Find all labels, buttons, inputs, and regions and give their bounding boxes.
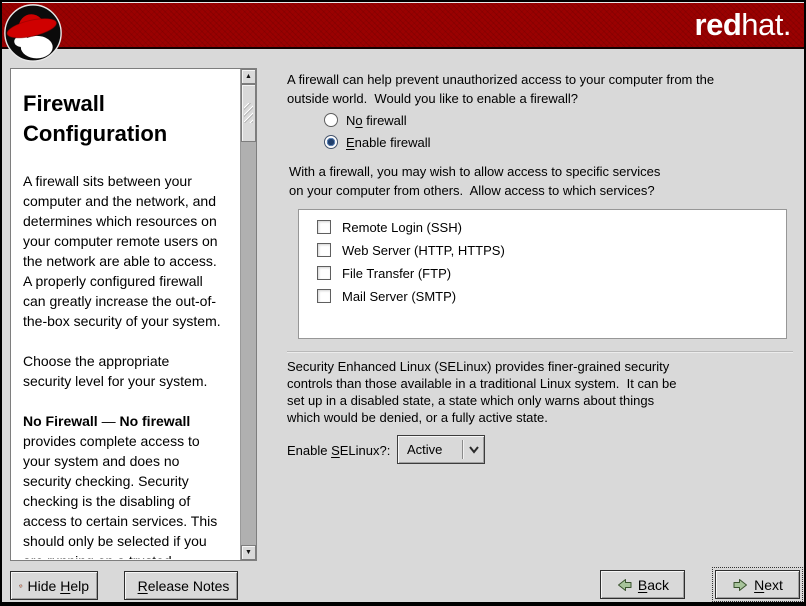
header-banner: redhat. [2, 2, 804, 49]
lifesaver-icon [19, 576, 23, 596]
next-button[interactable]: Next [715, 570, 800, 599]
service-label: File Transfer (FTP) [342, 266, 451, 281]
radio-enable-firewall-label: Enable firewall [346, 135, 431, 150]
help-scrollbar[interactable]: ▲ ▼ [240, 69, 256, 560]
hide-help-button[interactable]: Hide Help [10, 571, 98, 600]
no-firewall-description: provides complete access to your system … [23, 433, 217, 559]
selinux-dropdown-value: Active [398, 442, 462, 457]
services-intro-text: With a firewall, you may wish to allow a… [289, 162, 660, 200]
service-row-ftp[interactable]: File Transfer (FTP) [317, 264, 451, 282]
selinux-intro-text: Security Enhanced Linux (SELinux) provid… [287, 358, 677, 426]
redhat-wordmark: redhat. [695, 5, 791, 45]
release-notes-label: Release Notes [138, 578, 230, 594]
checkbox-icon[interactable] [317, 220, 331, 234]
arrow-right-icon [732, 577, 749, 593]
help-text: Firewall Configuration A firewall sits b… [23, 81, 234, 559]
no-firewall-term: No Firewall [23, 413, 98, 429]
services-list: Remote Login (SSH) Web Server (HTTP, HTT… [298, 209, 787, 339]
help-paragraph-1: A firewall sits between your computer an… [23, 171, 234, 331]
arrow-left-icon [616, 577, 633, 593]
help-paragraph-no-firewall: No Firewall — No firewall provides compl… [23, 411, 234, 559]
enable-selinux-label: Enable SELinux?: [287, 443, 390, 458]
back-button[interactable]: Back [600, 570, 685, 599]
scroll-down-button[interactable]: ▼ [241, 545, 256, 560]
installer-window: redhat. Firewall Configuration A firewal… [0, 0, 806, 606]
radio-button-icon[interactable] [324, 113, 338, 127]
wordmark-red: red [695, 7, 742, 42]
service-row-smtp[interactable]: Mail Server (SMTP) [317, 287, 456, 305]
service-row-http[interactable]: Web Server (HTTP, HTTPS) [317, 241, 505, 259]
radio-button-selected-icon[interactable] [324, 135, 338, 149]
radio-no-firewall[interactable]: No firewall [324, 111, 407, 129]
no-firewall-term-2: No firewall [119, 413, 190, 429]
service-row-ssh[interactable]: Remote Login (SSH) [317, 218, 462, 236]
section-separator [287, 351, 793, 353]
hide-help-label: Hide Help [28, 578, 90, 594]
next-label: Next [754, 577, 783, 593]
release-notes-button[interactable]: Release Notes [124, 571, 238, 600]
redhat-shadowman-logo-icon [3, 3, 63, 63]
back-label: Back [638, 577, 669, 593]
scroll-up-button[interactable]: ▲ [241, 69, 256, 84]
checkbox-icon[interactable] [317, 289, 331, 303]
checkbox-icon[interactable] [317, 266, 331, 280]
arrow-up-icon: ▲ [245, 73, 252, 80]
scrollbar-thumb[interactable] [241, 84, 256, 142]
chevron-down-icon [464, 445, 484, 454]
service-label: Web Server (HTTP, HTTPS) [342, 243, 505, 258]
service-label: Remote Login (SSH) [342, 220, 462, 235]
firewall-intro-text: A firewall can help prevent unauthorized… [287, 70, 714, 108]
no-firewall-dash: — [98, 413, 120, 429]
service-label: Mail Server (SMTP) [342, 289, 456, 304]
selinux-dropdown[interactable]: Active [397, 435, 485, 464]
help-paragraph-2: Choose the appropriate security level fo… [23, 351, 234, 391]
help-title: Firewall Configuration [23, 89, 234, 149]
help-panel: Firewall Configuration A firewall sits b… [10, 68, 257, 561]
radio-no-firewall-label: No firewall [346, 113, 407, 128]
radio-enable-firewall[interactable]: Enable firewall [324, 133, 431, 151]
checkbox-icon[interactable] [317, 243, 331, 257]
wordmark-hat: hat. [741, 7, 791, 42]
arrow-down-icon: ▼ [245, 549, 252, 556]
